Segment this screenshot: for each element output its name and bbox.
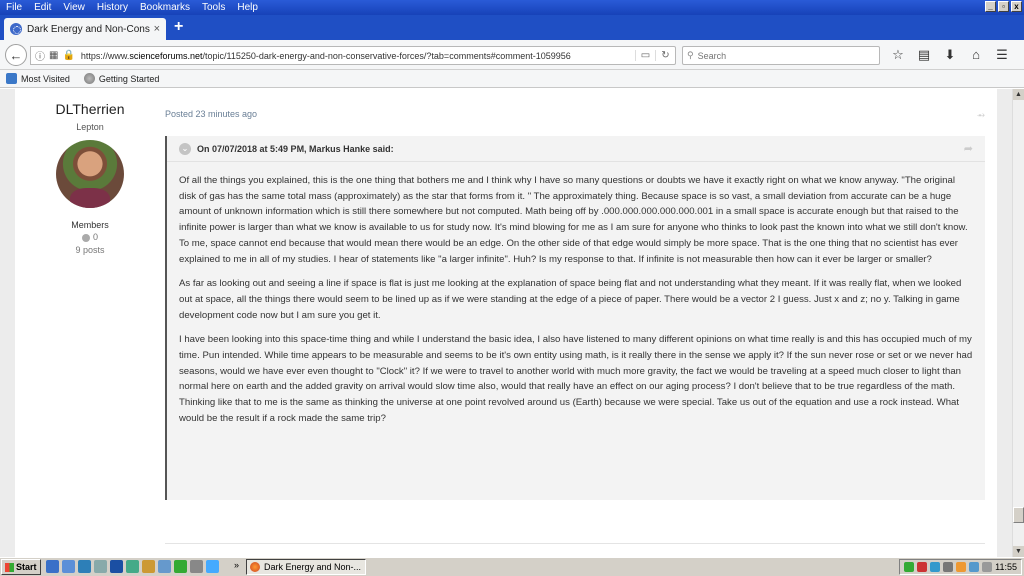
home-icon[interactable]: ⌂ [968, 47, 984, 63]
bookmarks-bar: Most Visited Getting Started [0, 70, 1024, 88]
author-rank: Lepton [76, 122, 104, 132]
toolbar-icons: ☆ ▤ ⬇ ⌂ ☰ [890, 47, 1010, 63]
word-icon[interactable] [110, 560, 123, 573]
calc-icon[interactable] [126, 560, 139, 573]
folder-icon [6, 73, 17, 84]
forum-post: DLTherrien Lepton Members 0 9 posts Post… [15, 89, 997, 557]
minimize-button[interactable]: _ [985, 1, 996, 12]
quote-jump-icon[interactable]: ➦ [964, 142, 973, 155]
scroll-down-icon[interactable]: ▼ [1013, 546, 1024, 557]
quote-block: ⌄ On 07/07/2018 at 5:49 PM, Markus Hanke… [165, 136, 985, 500]
app-icon[interactable] [158, 560, 171, 573]
bookmark-star-icon[interactable]: ☆ [890, 47, 906, 63]
bookmark-most-visited[interactable]: Most Visited [6, 73, 70, 84]
page-content: DLTherrien Lepton Members 0 9 posts Post… [0, 89, 1012, 557]
search-icon: ⚲ [687, 50, 694, 60]
bookmark-label: Most Visited [21, 73, 70, 84]
tray-app3-icon[interactable] [982, 562, 993, 572]
menu-tools[interactable]: Tools [196, 0, 231, 15]
back-arrow-icon: ← [9, 47, 23, 63]
author-name[interactable]: DLTherrien [15, 101, 165, 117]
explorer-icon[interactable] [62, 560, 75, 573]
tab-label: Dark Energy and Non-Conser... [27, 23, 150, 35]
search-input[interactable] [697, 50, 868, 61]
restore-button[interactable]: ▫ [998, 1, 1009, 12]
hamburger-menu-icon[interactable]: ☰ [994, 47, 1010, 63]
tray-volume-icon[interactable] [969, 562, 980, 572]
app4-icon[interactable] [206, 560, 219, 573]
paragraph: As far as looking out and seeing a line … [179, 278, 962, 321]
back-button[interactable]: ← [5, 44, 27, 66]
nav-toolbar: ← ⓘ ▦ 🔒 https://www.scienceforums.net/to… [0, 40, 1024, 70]
windows-logo-icon [5, 562, 14, 572]
quote-citation[interactable]: On 07/07/2018 at 5:49 PM, Markus Hanke s… [197, 144, 394, 154]
reputation: 0 [15, 232, 165, 242]
close-window-button[interactable]: x [1011, 1, 1022, 12]
reader-view-icon[interactable]: ▭ [635, 50, 655, 61]
scroll-up-icon[interactable]: ▲ [1013, 89, 1024, 100]
tray-app2-icon[interactable] [956, 562, 967, 572]
start-button[interactable]: Start [1, 559, 41, 575]
app2-icon[interactable] [174, 560, 187, 573]
tray-network-icon[interactable] [904, 562, 915, 572]
info-icon[interactable]: ⓘ [35, 48, 45, 63]
start-label: Start [16, 562, 37, 572]
quick-launch [46, 560, 219, 573]
media-icon[interactable] [142, 560, 155, 573]
menu-history[interactable]: History [91, 0, 134, 15]
collapse-chevron-icon[interactable]: ⌄ [179, 142, 191, 155]
author-panel: DLTherrien Lepton Members 0 9 posts [15, 101, 165, 255]
clock[interactable]: 11:55 [995, 562, 1017, 572]
excel-icon[interactable] [78, 560, 91, 573]
library-icon[interactable]: ▤ [916, 47, 932, 63]
firefox-icon [83, 73, 95, 84]
menu-bookmarks[interactable]: Bookmarks [134, 0, 196, 15]
taskbar-item-label: Dark Energy and Non-... [264, 562, 362, 572]
bookmark-getting-started[interactable]: Getting Started [83, 73, 160, 84]
reputation-dot-icon [81, 233, 90, 242]
quote-header: ⌄ On 07/07/2018 at 5:49 PM, Markus Hanke… [167, 136, 985, 162]
download-icon[interactable]: ⬇ [942, 47, 958, 63]
taskbar-item-firefox[interactable]: Dark Energy and Non-... [246, 559, 366, 575]
tab-strip: Dark Energy and Non-Conser... × + [0, 15, 1024, 40]
post-timestamp[interactable]: Posted 23 minutes ago [165, 109, 257, 119]
tray-app-icon[interactable] [943, 562, 954, 572]
notepad-icon[interactable] [94, 560, 107, 573]
quicklaunch-overflow[interactable]: » [234, 560, 239, 570]
author-group: Members [71, 220, 109, 230]
scroll-thumb[interactable] [1013, 507, 1024, 523]
reload-icon[interactable]: ↻ [655, 50, 675, 61]
menu-edit[interactable]: Edit [28, 0, 57, 15]
tray-update-icon[interactable] [930, 562, 941, 572]
lock-icon[interactable]: 🔒 [62, 50, 74, 61]
menu-file[interactable]: File [0, 0, 28, 15]
post-count: 9 posts [75, 245, 105, 255]
window-controls: _ ▫ x [985, 1, 1022, 12]
tab-dark-energy[interactable]: Dark Energy and Non-Conser... × [4, 18, 166, 40]
share-icon[interactable]: ⥇ [977, 110, 985, 121]
tab-close-icon[interactable]: × [154, 23, 160, 35]
search-bar[interactable]: ⚲ [682, 46, 880, 65]
taskbar: Start » Dark Energy and Non-... 11:55 [0, 557, 1024, 576]
address-bar[interactable]: ⓘ ▦ 🔒 https://www.scienceforums.net/topi… [30, 46, 676, 65]
tray-antivirus-icon[interactable] [917, 562, 928, 572]
menu-bar: File Edit View History Bookmarks Tools H… [0, 0, 1024, 15]
paragraph: Of all the things you explained, this is… [179, 175, 968, 265]
menu-view[interactable]: View [57, 0, 91, 15]
menu-help[interactable]: Help [231, 0, 264, 15]
quote-body: Of all the things you explained, this is… [167, 162, 985, 427]
url-text[interactable]: https://www.scienceforums.net/topic/1152… [81, 51, 635, 61]
site-favicon-icon [10, 23, 22, 35]
system-tray: 11:55 [899, 559, 1022, 575]
paragraph: I have been looking into this space-time… [179, 334, 973, 424]
avatar[interactable] [56, 140, 124, 208]
firefox-icon [250, 562, 260, 572]
ie-icon[interactable] [46, 560, 59, 573]
divider [165, 543, 985, 544]
app3-icon[interactable] [190, 560, 203, 573]
vertical-scrollbar[interactable]: ▲ ▼ [1012, 89, 1024, 557]
tracking-icon[interactable]: ▦ [49, 50, 58, 61]
bookmark-label: Getting Started [98, 73, 160, 84]
new-tab-button[interactable]: + [174, 19, 183, 35]
